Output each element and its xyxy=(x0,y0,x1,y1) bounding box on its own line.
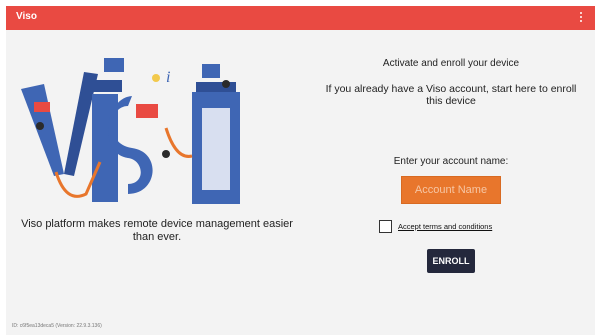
account-name-label: Enter your account name: xyxy=(393,156,509,167)
platform-tagline: Viso platform makes remote device manage… xyxy=(21,218,293,243)
svg-text:i: i xyxy=(166,69,170,86)
enroll-heading: Activate and enroll your device xyxy=(382,58,520,69)
terms-checkbox[interactable] xyxy=(379,220,392,233)
version-footer: ID: c6f5ea13deca5 (Version: 22.9.3.136) xyxy=(12,323,102,329)
enroll-button[interactable]: ENROLL xyxy=(427,249,475,273)
app-title: Viso xyxy=(16,11,37,22)
app-window: Viso i Viso platform makes remote device… xyxy=(6,6,595,335)
enroll-panel: Activate and enroll your device If you a… xyxy=(306,6,595,306)
terms-label[interactable]: Accept terms and conditions xyxy=(398,222,492,231)
illustration-viso: i xyxy=(21,58,240,204)
account-name-input[interactable] xyxy=(401,176,501,204)
enroll-instructions: If you already have a Viso account, star… xyxy=(325,83,577,107)
